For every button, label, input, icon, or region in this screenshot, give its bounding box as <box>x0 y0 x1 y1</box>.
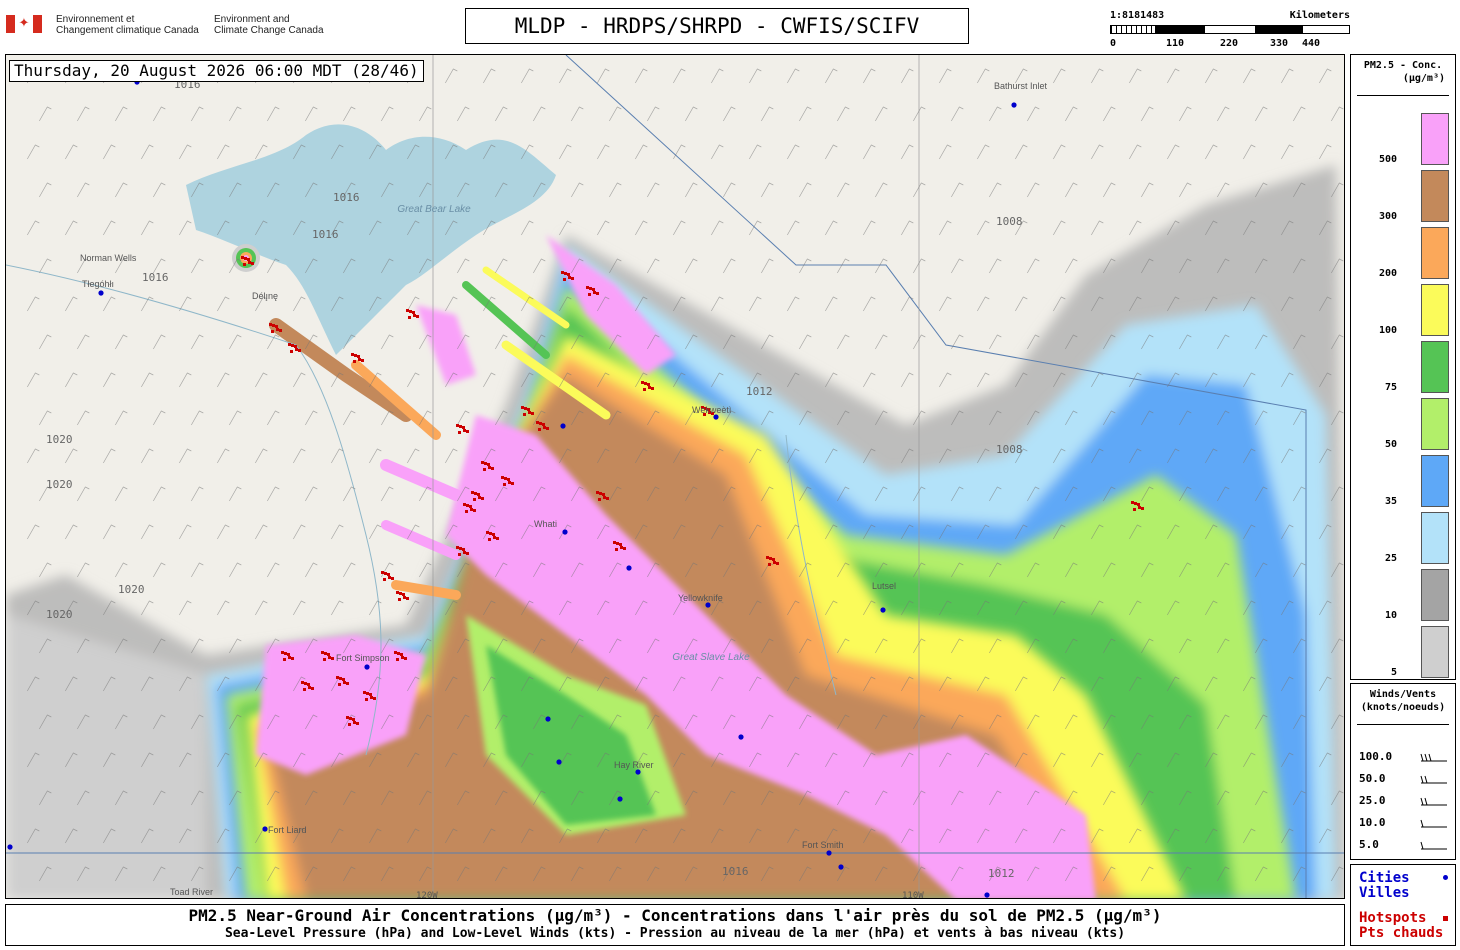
government-wordmark: ✦ Environnement et Changement climatique … <box>6 12 336 42</box>
scale-bar <box>1110 25 1350 34</box>
wind-legend-title: Winds/Vents (knots/noeuds) <box>1360 689 1446 713</box>
caption-line-1: PM2.5 Near-Ground Air Concentrations (µg… <box>188 906 1162 925</box>
place-label: Fort Liard <box>268 825 307 835</box>
isobar-label: 1020 <box>46 608 73 621</box>
place-label: Fort Smith <box>802 840 844 850</box>
cities-legend-label: Cities Villes <box>1359 870 1410 901</box>
wind-speed-label: 100.0 <box>1359 750 1393 763</box>
canada-flag-icon: ✦ <box>6 15 42 33</box>
isobar-label: 1016 <box>142 271 169 284</box>
scale-tick: 220 <box>1220 38 1239 49</box>
wind-speed-label: 10.0 <box>1359 816 1386 829</box>
forecast-datetime: Thursday, 20 August 2026 06:00 MDT (28/4… <box>9 60 424 82</box>
isobar-label: 1016 <box>722 865 749 878</box>
place-label: Yellowknife <box>678 593 723 603</box>
place-label: Fort Simpson <box>336 653 390 663</box>
isobar-label: 1008 <box>996 215 1023 228</box>
wind-legend-row: 10.0 <box>1359 816 1449 829</box>
legend-value: 5 <box>1390 667 1397 678</box>
place-label: Wekweètì <box>692 405 731 415</box>
wind-barb-icon <box>1420 797 1447 806</box>
place-label: Lutsel <box>872 581 896 591</box>
scale-tick: 0 <box>1110 38 1117 49</box>
map-canvas: Great Bear Lake Great Slave Lake Bathurs… <box>6 55 1344 899</box>
lake-label: Great Slave Lake <box>672 652 750 663</box>
scale-tick: 330 <box>1270 38 1289 49</box>
place-label: Toad River <box>170 887 213 897</box>
scale-tick: 440 <box>1302 38 1321 49</box>
legend-swatch <box>1421 341 1449 393</box>
wind-barb-icon <box>1420 775 1447 784</box>
wind-legend-row: 100.0 <box>1359 750 1449 763</box>
legend-swatch <box>1421 113 1449 165</box>
legend-swatch <box>1421 455 1449 507</box>
legend-swatch <box>1421 512 1449 564</box>
place-label: Bathurst Inlet <box>994 81 1048 91</box>
wind-barb-icon <box>1420 753 1447 762</box>
hotspot-marker-icon <box>1443 916 1448 921</box>
legend-value: 35 <box>1384 496 1397 507</box>
legend-swatch <box>1421 398 1449 450</box>
legend-value: 500 <box>1378 154 1397 165</box>
legend-value: 75 <box>1384 382 1397 393</box>
legend-swatch <box>1421 170 1449 222</box>
meridian-label: 120W <box>416 891 438 899</box>
legend-swatch <box>1421 626 1449 678</box>
dispersion-map[interactable]: Great Bear Lake Great Slave Lake Bathurs… <box>5 54 1345 899</box>
isobar-label: 1020 <box>118 583 145 596</box>
hotspots-legend-label: Hotspots Pts chauds <box>1359 910 1444 941</box>
department-name-fr: Environnement et Changement climatique Ca… <box>56 14 199 36</box>
legend-value: 50 <box>1384 439 1397 450</box>
place-label: Norman Wells <box>80 253 137 263</box>
place-label: Whati <box>534 519 557 529</box>
legend-swatch <box>1421 284 1449 336</box>
legend-value: 25 <box>1384 553 1397 564</box>
legend-swatch <box>1421 569 1449 621</box>
lake-label: Great Bear Lake <box>397 204 471 215</box>
legend-value: 10 <box>1384 610 1397 621</box>
legend-title: PM2.5 - Conc. (µg/m³) <box>1363 60 1445 84</box>
place-label: Tłegóhłı <box>82 279 114 289</box>
legend-value: 200 <box>1378 268 1397 279</box>
wind-speed-label: 50.0 <box>1359 772 1386 785</box>
place-label: Délı̨nę <box>252 291 278 301</box>
caption-line-2: Sea-Level Pressure (hPa) and Low-Level W… <box>224 926 1126 941</box>
scale-unit: Kilometers <box>1289 10 1350 21</box>
isobar-label: 1008 <box>996 443 1023 456</box>
wind-speed-label: 25.0 <box>1359 794 1386 807</box>
points-legend: Cities Villes Hotspots Pts chauds <box>1350 864 1456 946</box>
wind-legend-row: 25.0 <box>1359 794 1449 807</box>
wind-barb-icon <box>1420 841 1447 850</box>
scale-tick: 110 <box>1166 38 1185 49</box>
wind-legend: Winds/Vents (knots/noeuds) 100.0 50.0 25.0… <box>1350 683 1456 860</box>
scale-ratio: 1:8181483 <box>1110 10 1165 21</box>
map-caption: PM2.5 Near-Ground Air Concentrations (µg… <box>5 904 1345 946</box>
model-title: MLDP - HRDPS/SHRPD - CWFIS/SCIFV <box>465 8 969 44</box>
legend-value: 100 <box>1378 325 1397 336</box>
wind-legend-row: 5.0 <box>1359 838 1449 851</box>
isobar-label: 1016 <box>312 228 339 241</box>
isobar-label: 1020 <box>46 478 73 491</box>
isobar-label: 1020 <box>46 433 73 446</box>
map-scale: 1:8181483 Kilometers 0 110 220 330 440 <box>1110 10 1350 50</box>
isobar-label: 1012 <box>988 867 1015 880</box>
isobar-label: 1012 <box>746 385 773 398</box>
wind-barb-icon <box>1420 819 1447 828</box>
legend-value: 300 <box>1378 211 1397 222</box>
wind-legend-row: 50.0 <box>1359 772 1449 785</box>
wind-speed-label: 5.0 <box>1359 838 1379 851</box>
city-marker-icon <box>1443 875 1448 880</box>
legend-swatch <box>1421 227 1449 279</box>
place-label: Hay River <box>614 760 654 770</box>
isobar-label: 1016 <box>333 191 360 204</box>
pm25-legend: PM2.5 - Conc. (µg/m³) 500 300 200 100 75 50 35… <box>1350 54 1456 680</box>
department-name-en: Environment and Climate Change Canada <box>214 14 324 36</box>
meridian-label: 110W <box>902 891 924 899</box>
